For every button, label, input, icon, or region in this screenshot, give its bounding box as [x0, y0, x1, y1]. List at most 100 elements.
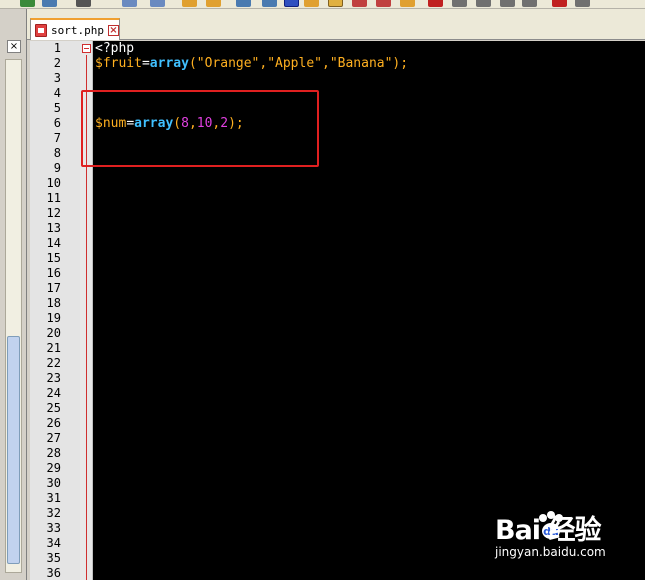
- code-line[interactable]: 11: [30, 191, 645, 206]
- code-line[interactable]: 12: [30, 206, 645, 221]
- line-number: 23: [46, 371, 61, 385]
- line-number: 34: [46, 536, 61, 550]
- line-number: 5: [53, 101, 61, 115]
- zoom-in-icon[interactable]: [122, 0, 137, 7]
- line-number: 35: [46, 551, 61, 565]
- vertical-scrollbar[interactable]: [5, 59, 22, 573]
- line-number: 15: [46, 251, 61, 265]
- doc-map-icon[interactable]: [328, 0, 343, 7]
- line-number: 3: [53, 71, 61, 85]
- play-macro-icon[interactable]: [476, 0, 491, 7]
- line-number: 32: [46, 506, 61, 520]
- line-number: 13: [46, 221, 61, 235]
- line-number: 36: [46, 566, 61, 580]
- code-line[interactable]: 25: [30, 401, 645, 416]
- line-number: 27: [46, 431, 61, 445]
- code-line[interactable]: 36: [30, 566, 645, 580]
- code-line[interactable]: 3: [30, 71, 645, 86]
- line-number: 21: [46, 341, 61, 355]
- code-line[interactable]: 13: [30, 221, 645, 236]
- watermark-logo: Bai 经验: [495, 515, 601, 546]
- line-number: 33: [46, 521, 61, 535]
- code-line[interactable]: 26: [30, 416, 645, 431]
- code-line[interactable]: 23: [30, 371, 645, 386]
- code-line[interactable]: 20: [30, 326, 645, 341]
- line-number: 2: [53, 56, 61, 70]
- code-token: $fruit: [95, 56, 142, 71]
- line-number: 6: [53, 116, 61, 130]
- code-token: =: [141, 56, 150, 71]
- code-token: array: [149, 56, 189, 71]
- indent-guide-icon[interactable]: [284, 0, 299, 7]
- code-token: <?php: [95, 41, 135, 56]
- highlight-annotation: [81, 90, 319, 167]
- code-line[interactable]: 21: [30, 341, 645, 356]
- code-line[interactable]: 16: [30, 266, 645, 281]
- code-line[interactable]: 27: [30, 431, 645, 446]
- code-line[interactable]: 28: [30, 446, 645, 461]
- line-number: 4: [53, 86, 61, 100]
- line-number: 29: [46, 461, 61, 475]
- stop-macro-icon[interactable]: [452, 0, 467, 7]
- sync-scroll-icon[interactable]: [182, 0, 197, 7]
- save-macro-icon[interactable]: [522, 0, 537, 7]
- line-number: 16: [46, 266, 61, 280]
- toolbar: [0, 0, 645, 9]
- code-text[interactable]: <?php: [95, 41, 134, 56]
- code-line[interactable]: 2 $fruit=array("Orange","Apple","Banana")…: [30, 56, 645, 71]
- find-icon[interactable]: [76, 0, 91, 7]
- line-number: 26: [46, 416, 61, 430]
- line-number: 17: [46, 281, 61, 295]
- line-number: 7: [53, 131, 61, 145]
- tab-sort-php[interactable]: sort.php ×: [30, 18, 120, 40]
- line-number: 22: [46, 356, 61, 370]
- code-line[interactable]: 29: [30, 461, 645, 476]
- code-line[interactable]: 17: [30, 281, 645, 296]
- line-number: 18: [46, 296, 61, 310]
- code-line[interactable]: 10: [30, 176, 645, 191]
- close-icon[interactable]: ×: [7, 40, 21, 53]
- watermark-url: jingyan.baidu.com: [495, 545, 606, 559]
- line-number: 31: [46, 491, 61, 505]
- close-icon[interactable]: ×: [107, 24, 119, 36]
- show-all-icon[interactable]: [262, 0, 277, 7]
- line-number: 10: [46, 176, 61, 190]
- code-text[interactable]: $fruit=array("Orange","Apple","Banana");: [95, 56, 408, 71]
- line-number: 24: [46, 386, 61, 400]
- redo-icon[interactable]: [42, 0, 57, 7]
- function-list-icon[interactable]: [352, 0, 367, 7]
- code-line[interactable]: 22: [30, 356, 645, 371]
- code-line[interactable]: 1 <?php: [30, 41, 645, 56]
- record-macro-icon[interactable]: [428, 0, 443, 7]
- file-icon: [35, 23, 47, 37]
- line-number: 14: [46, 236, 61, 250]
- line-number: 28: [46, 446, 61, 460]
- user-lang-icon[interactable]: [304, 0, 319, 7]
- scrollbar-thumb[interactable]: [7, 336, 20, 564]
- code-line[interactable]: 18: [30, 296, 645, 311]
- line-number: 11: [46, 191, 61, 205]
- code-line[interactable]: 24: [30, 386, 645, 401]
- line-number: 30: [46, 476, 61, 490]
- close-all-icon[interactable]: [552, 0, 567, 7]
- left-side-panel: ×: [0, 9, 27, 580]
- run-macro-icon[interactable]: [500, 0, 515, 7]
- code-line[interactable]: 31: [30, 491, 645, 506]
- line-number: 20: [46, 326, 61, 340]
- code-line[interactable]: 15: [30, 251, 645, 266]
- line-number: 12: [46, 206, 61, 220]
- wrap-icon[interactable]: [236, 0, 251, 7]
- help-icon[interactable]: [575, 0, 590, 7]
- code-line[interactable]: 30: [30, 476, 645, 491]
- code-line[interactable]: 19: [30, 311, 645, 326]
- zoom-out-icon[interactable]: [150, 0, 165, 7]
- watermark: du Bai 经验 jingyan.baidu.com: [495, 508, 635, 568]
- line-number: 19: [46, 311, 61, 325]
- folder-workspace-icon[interactable]: [376, 0, 391, 7]
- sync-h-scroll-icon[interactable]: [206, 0, 221, 7]
- tab-label: sort.php: [51, 23, 104, 37]
- line-number: 25: [46, 401, 61, 415]
- code-line[interactable]: 14: [30, 236, 645, 251]
- monitor-icon[interactable]: [400, 0, 415, 7]
- undo-icon[interactable]: [20, 0, 35, 7]
